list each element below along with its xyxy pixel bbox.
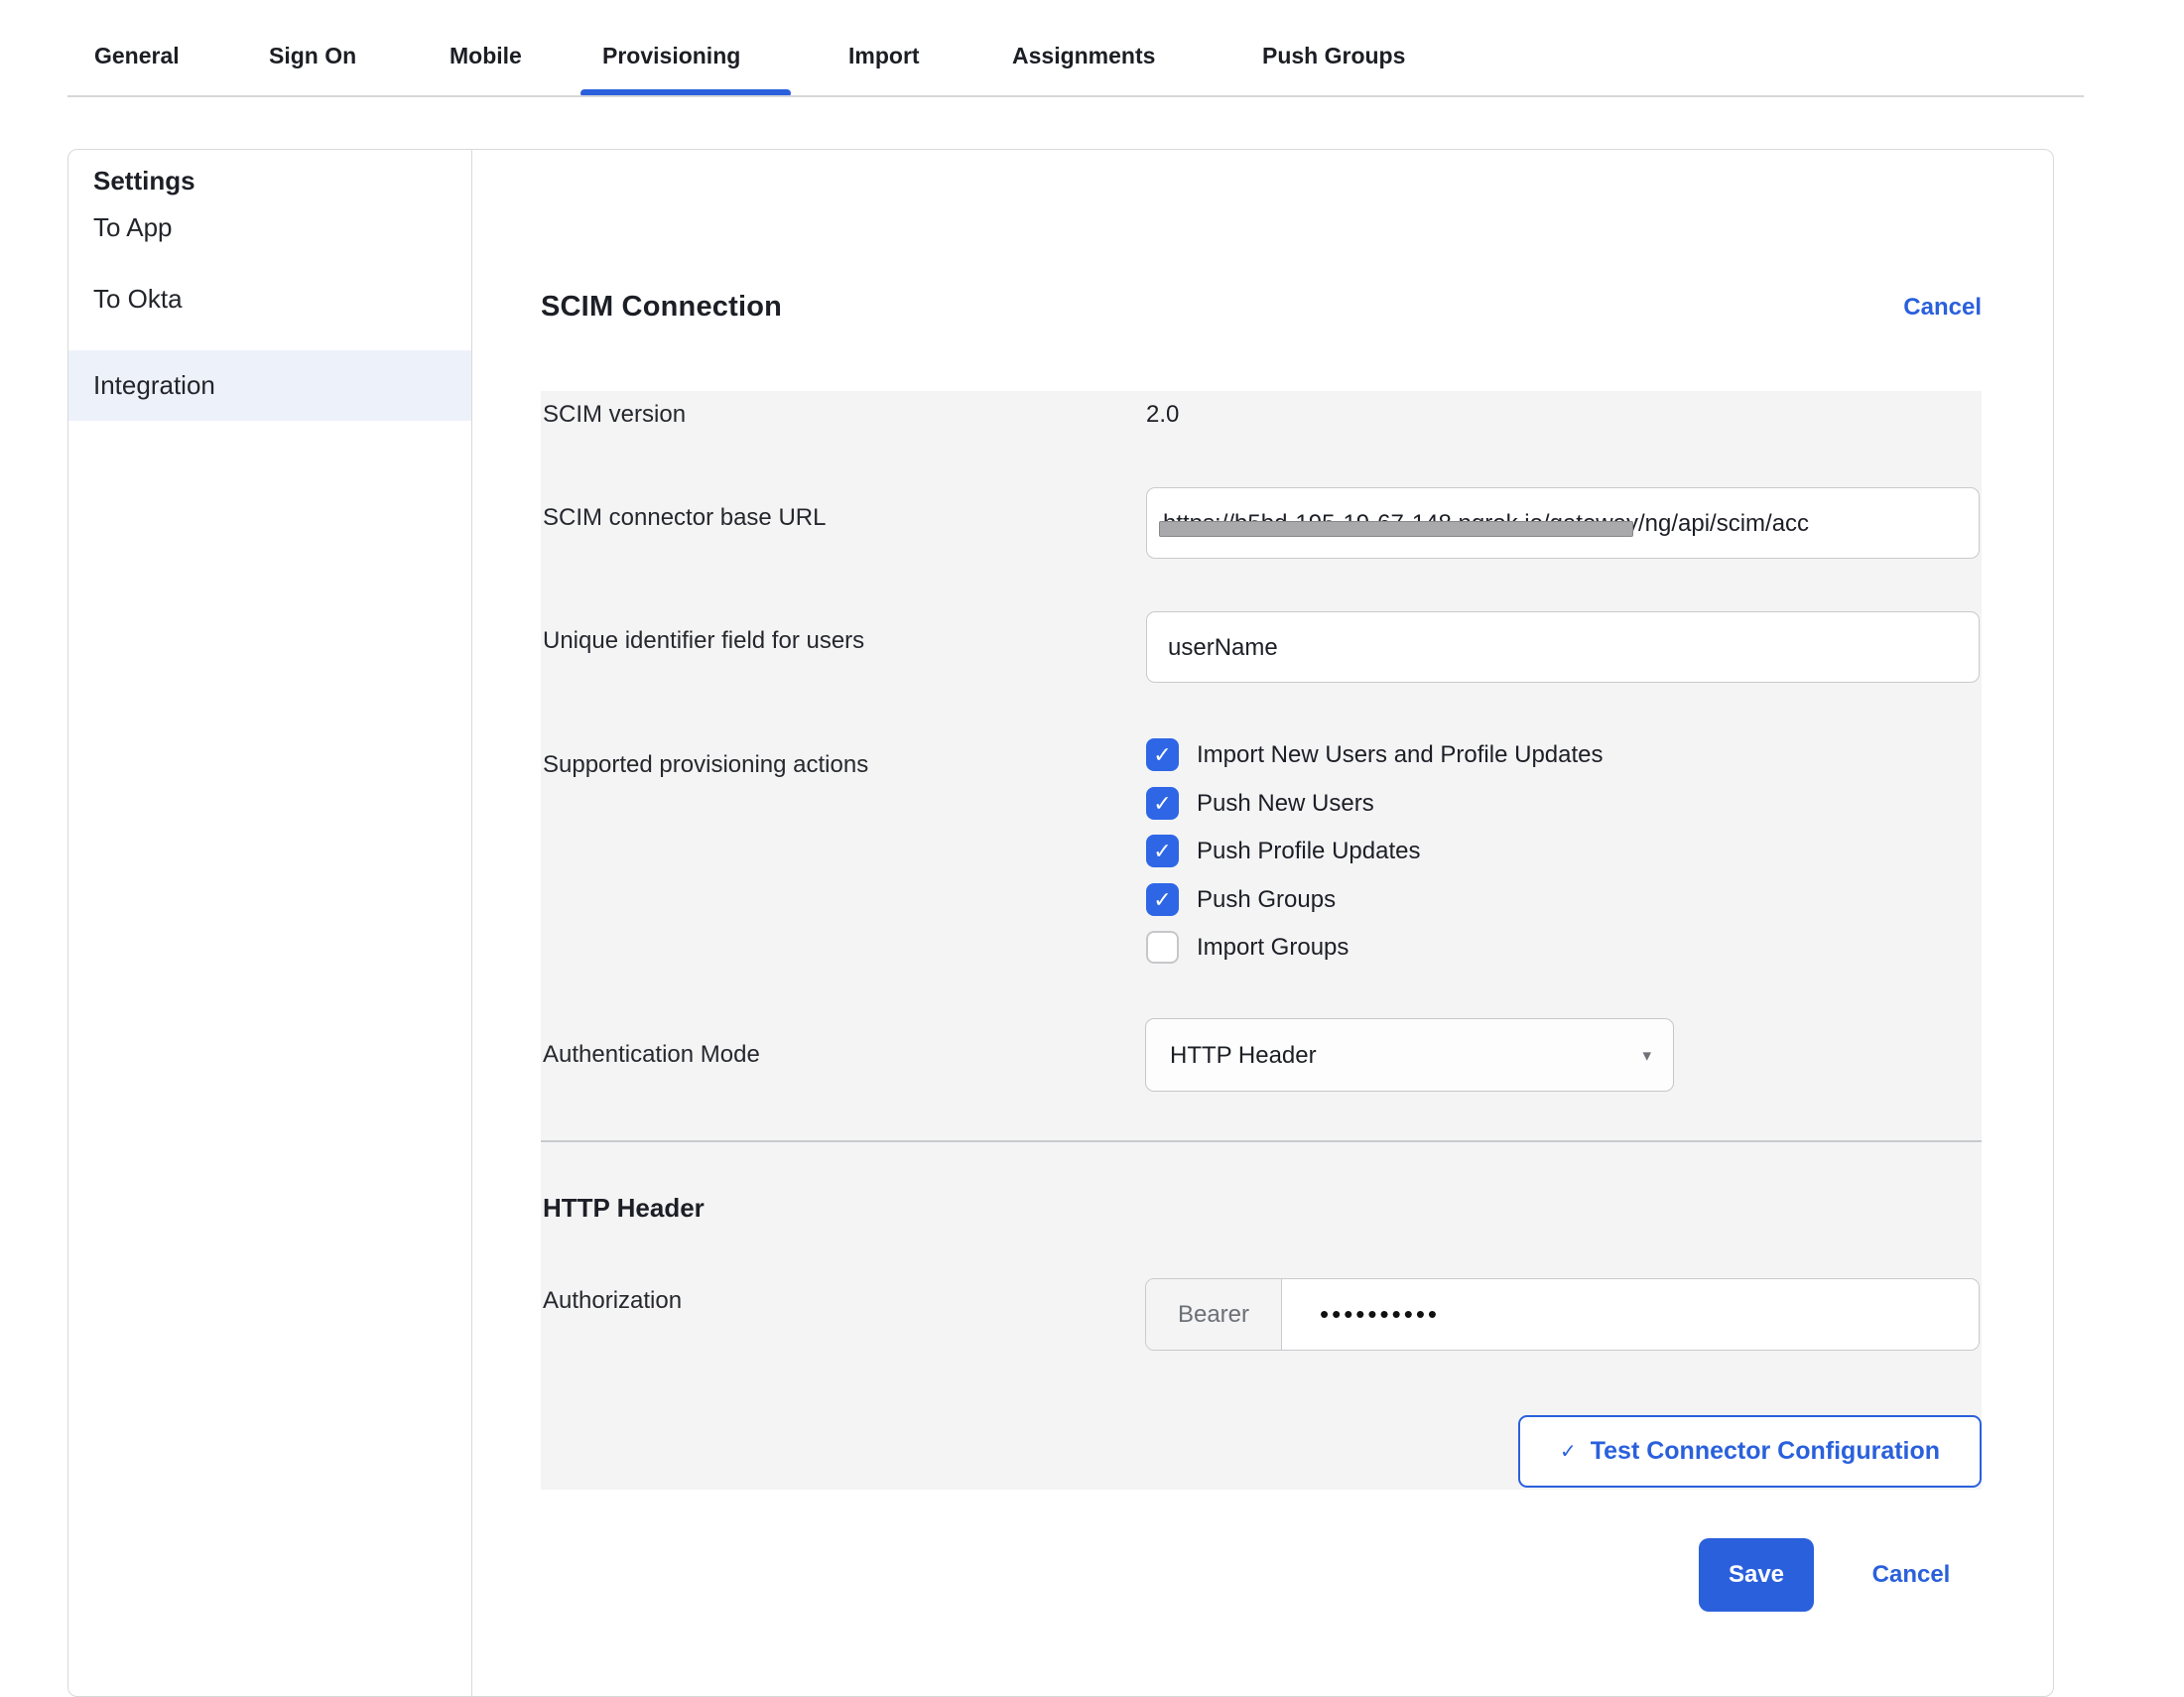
tab-mobile[interactable]: Mobile (450, 40, 522, 71)
checkbox-import-groups[interactable] (1146, 931, 1179, 964)
test-connector-label: Test Connector Configuration (1591, 1437, 1940, 1466)
redaction-bar (1159, 521, 1633, 537)
tab-assignments[interactable]: Assignments (1012, 40, 1155, 71)
caret-down-icon: ▾ (1642, 1019, 1651, 1093)
sidebar-item-to-okta[interactable]: To Okta (68, 264, 471, 334)
tab-provisioning[interactable]: Provisioning (602, 40, 740, 71)
app-tab-bar: General Sign On Mobile Provisioning Impo… (0, 0, 2184, 98)
tab-import[interactable]: Import (848, 40, 920, 71)
save-button[interactable]: Save (1699, 1538, 1814, 1612)
checkbox-label: Import New Users and Profile Updates (1197, 738, 1604, 771)
scim-version-value: 2.0 (1146, 399, 1179, 431)
unique-id-label: Unique identifier field for users (543, 625, 864, 657)
scim-connection-form: SCIM version 2.0 SCIM connector base URL… (541, 391, 1982, 1490)
tab-sign-on[interactable]: Sign On (269, 40, 356, 71)
settings-sidebar: Settings To App To Okta Integration (68, 150, 472, 1696)
authorization-label: Authorization (543, 1285, 682, 1317)
checkbox-label: Import Groups (1197, 931, 1349, 964)
cancel-link-top[interactable]: Cancel (1903, 291, 1982, 325)
http-header-section-title: HTTP Header (543, 1190, 705, 1226)
auth-mode-label: Authentication Mode (543, 1039, 760, 1071)
base-url-label: SCIM connector base URL (543, 502, 826, 534)
checkbox-label: Push New Users (1197, 787, 1374, 820)
check-icon: ✓ (1153, 839, 1171, 863)
checkbox-push-profile-updates[interactable]: ✓ (1146, 835, 1179, 867)
authorization-token-input[interactable]: •••••••••• (1282, 1279, 1979, 1351)
page-title: SCIM Connection (541, 287, 782, 326)
base-url-input[interactable]: https://b5bd-195-19-67-148.ngrok.io/gate… (1146, 487, 1980, 559)
checkbox-push-groups[interactable]: ✓ (1146, 883, 1179, 916)
check-icon: ✓ (1560, 1439, 1577, 1464)
bearer-prefix: Bearer (1146, 1279, 1282, 1351)
section-divider (541, 1140, 1982, 1142)
auth-mode-value: HTTP Header (1170, 1019, 1317, 1093)
sidebar-item-to-app[interactable]: To App (68, 193, 471, 263)
tab-general[interactable]: General (94, 40, 180, 71)
checkbox-import-new-users[interactable]: ✓ (1146, 738, 1179, 771)
provisioning-actions-label: Supported provisioning actions (543, 749, 868, 781)
check-icon: ✓ (1153, 887, 1171, 912)
scim-version-label: SCIM version (543, 399, 686, 431)
authorization-input-group: Bearer •••••••••• (1145, 1278, 1980, 1351)
tab-push-groups[interactable]: Push Groups (1262, 40, 1405, 71)
unique-id-value: userName (1168, 612, 1278, 683)
provisioning-settings-panel: Settings To App To Okta Integration SCIM… (67, 149, 2054, 1697)
auth-mode-select[interactable]: HTTP Header ▾ (1145, 1018, 1674, 1092)
sidebar-item-integration[interactable]: Integration (68, 350, 471, 421)
unique-id-input[interactable]: userName (1146, 611, 1980, 683)
cancel-button[interactable]: Cancel (1832, 1538, 1991, 1612)
tab-bar-divider (67, 95, 2084, 97)
check-icon: ✓ (1153, 791, 1171, 816)
check-icon: ✓ (1153, 742, 1171, 767)
checkbox-push-new-users[interactable]: ✓ (1146, 787, 1179, 820)
checkbox-label: Push Groups (1197, 883, 1336, 916)
checkbox-label: Push Profile Updates (1197, 835, 1420, 867)
test-connector-configuration-button[interactable]: ✓ Test Connector Configuration (1518, 1415, 1982, 1488)
